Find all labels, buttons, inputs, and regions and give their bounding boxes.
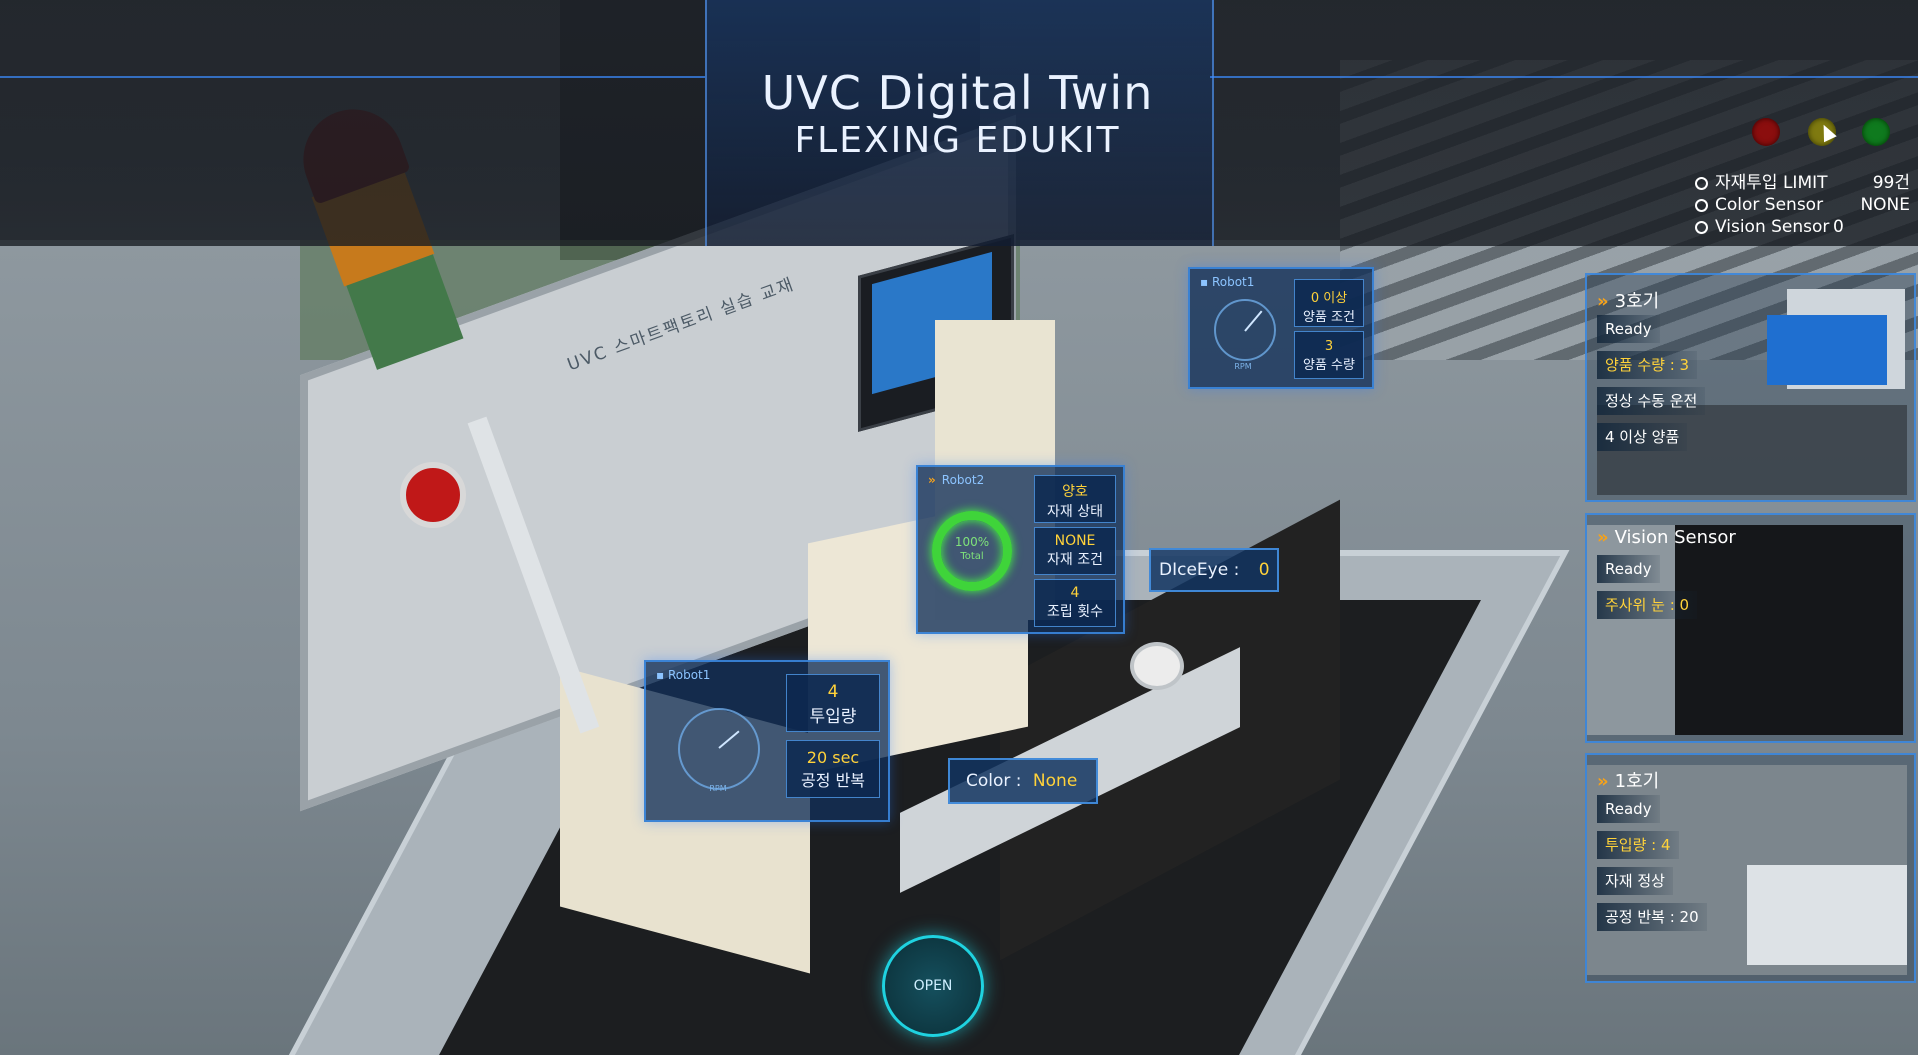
card-unit1[interactable]: » 1호기 Ready 투입량 : 4 자재 정상 공정 반복 : 20 bbox=[1585, 753, 1916, 983]
dice-object bbox=[1130, 642, 1184, 690]
color-value: None bbox=[1032, 771, 1078, 791]
process-repeat-box: 20 sec 공정 반복 bbox=[786, 740, 880, 798]
dice-eye-value: 0 bbox=[1258, 560, 1270, 580]
material-status-box: 양호 자재 상태 bbox=[1034, 475, 1116, 523]
box-label: 투입량 bbox=[809, 707, 857, 727]
good-condition-box: 0 이상 양품 조건 bbox=[1294, 279, 1364, 327]
chevron-icon: » bbox=[1597, 771, 1609, 792]
card-title-text: 3호기 bbox=[1614, 291, 1660, 312]
limit-row-vision-sensor[interactable]: Vision Sensor 0 bbox=[1695, 216, 1910, 238]
limit-label: Color Sensor bbox=[1715, 195, 1824, 215]
limit-label: Vision Sensor bbox=[1715, 217, 1830, 237]
open-button[interactable]: OPEN bbox=[882, 935, 984, 1037]
radio-circle-icon[interactable] bbox=[1695, 221, 1708, 234]
hud-robot-name: Robot1 bbox=[667, 668, 711, 682]
limit-label: 자재투입 LIMIT bbox=[1715, 173, 1828, 193]
unit3-screen-thumbnail bbox=[1767, 315, 1887, 385]
hud-robot-name: Robot1 bbox=[1211, 275, 1255, 289]
card-row: 공정 반복 : 20 bbox=[1597, 903, 1707, 931]
box-value: 0 이상 bbox=[1310, 291, 1348, 306]
unit1-rail-thumbnail bbox=[1747, 865, 1907, 965]
hud-title: ▪ Robot1 bbox=[1200, 275, 1255, 289]
radio-circle-icon[interactable] bbox=[1695, 199, 1708, 212]
box-label: 자재 상태 bbox=[1047, 504, 1103, 520]
emergency-stop-button bbox=[400, 462, 466, 528]
limit-row-color-sensor[interactable]: Color Sensor NONE bbox=[1695, 194, 1910, 216]
hud-title: » Robot2 bbox=[928, 473, 984, 487]
box-value: 3 bbox=[1324, 339, 1334, 354]
input-amount-box: 4 투입량 bbox=[786, 674, 880, 732]
card-vision-sensor[interactable]: » Vision Sensor Ready 주사위 눈 : 0 bbox=[1585, 513, 1916, 743]
card-title: » Vision Sensor bbox=[1597, 527, 1736, 548]
card-title: » 3호기 bbox=[1597, 287, 1659, 313]
page-title: UVC Digital Twin bbox=[761, 66, 1154, 120]
card-row: 자재 정상 bbox=[1597, 867, 1673, 895]
card-title: » 1호기 bbox=[1597, 767, 1659, 793]
header-accent-line-left bbox=[0, 76, 705, 78]
box-value: NONE bbox=[1054, 533, 1096, 549]
dice-eye-tag: DIceEye : 0 bbox=[1149, 548, 1279, 592]
robot2-hud[interactable]: » Robot2 100% Total 양호 자재 상태 NONE 자재 조건 4… bbox=[916, 465, 1125, 634]
limit-value: 0 bbox=[1833, 217, 1844, 237]
limit-status-list: 자재투입 LIMIT 99건 Color Sensor NONE Vision … bbox=[1695, 172, 1910, 238]
vision-thumbnail bbox=[1675, 525, 1903, 735]
status-lamp-green[interactable] bbox=[1862, 118, 1890, 146]
card-row: Ready bbox=[1597, 555, 1660, 583]
card-row: Ready bbox=[1597, 795, 1660, 823]
card-unit3[interactable]: » 3호기 Ready 양품 수량 : 3 정상 수동 운전 4 이상 양품 bbox=[1585, 273, 1916, 502]
box-label: 조립 횟수 bbox=[1047, 604, 1103, 620]
hud-title: ▪ Robot1 bbox=[656, 668, 711, 682]
box-value: 4 bbox=[1070, 585, 1080, 601]
chevron-icon: » bbox=[1597, 527, 1609, 548]
ring-percent: 100% bbox=[954, 535, 990, 549]
box-value: 4 bbox=[827, 682, 839, 702]
card-row: 정상 수동 운전 bbox=[1597, 387, 1706, 415]
box-value: 양호 bbox=[1062, 484, 1088, 500]
card-row: 주사위 눈 : 0 bbox=[1597, 591, 1698, 619]
color-label: Color : bbox=[966, 771, 1022, 791]
dice-eye-label: DIceEye : bbox=[1159, 560, 1240, 580]
rpm-gauge-icon bbox=[678, 708, 760, 790]
robot1-bottom-hud[interactable]: ▪ Robot1 RPM 4 투입량 20 sec 공정 반복 bbox=[644, 660, 890, 822]
color-sensor-tag: Color : None bbox=[948, 758, 1098, 804]
page-subtitle: FLEXING EDUKIT bbox=[794, 120, 1121, 161]
box-label: 자재 조건 bbox=[1047, 552, 1103, 568]
good-count-box: 3 양품 수량 bbox=[1294, 331, 1364, 379]
gauge-needle bbox=[718, 730, 740, 749]
card-row: 투입량 : 4 bbox=[1597, 831, 1679, 859]
gauge-unit: RPM bbox=[1234, 362, 1252, 371]
box-label: 공정 반복 bbox=[801, 771, 865, 790]
radio-circle-icon[interactable] bbox=[1695, 177, 1708, 190]
box-value: 20 sec bbox=[806, 748, 860, 767]
box-label: 양품 조건 bbox=[1303, 310, 1355, 325]
assembly-count-box: 4 조립 횟수 bbox=[1034, 579, 1116, 627]
rpm-gauge-icon bbox=[1214, 299, 1276, 361]
card-title-text: 1호기 bbox=[1614, 771, 1660, 792]
chevron-icon: » bbox=[1597, 291, 1609, 312]
limit-row-material[interactable]: 자재투입 LIMIT 99건 bbox=[1695, 172, 1910, 194]
gauge-needle bbox=[1244, 310, 1263, 332]
header-accent-line-right bbox=[1210, 76, 1918, 78]
gauge-unit: RPM bbox=[709, 784, 727, 793]
box-label: 양품 수량 bbox=[1303, 358, 1355, 373]
status-lamp-red[interactable] bbox=[1752, 118, 1780, 146]
card-row: 양품 수량 : 3 bbox=[1597, 351, 1698, 379]
card-title-text: Vision Sensor bbox=[1614, 527, 1736, 548]
hud-robot-name: Robot2 bbox=[941, 473, 985, 487]
limit-value: NONE bbox=[1860, 195, 1910, 215]
material-condition-box: NONE 자재 조건 bbox=[1034, 527, 1116, 575]
card-row: 4 이상 양품 bbox=[1597, 423, 1688, 451]
robot1-top-hud[interactable]: ▪ Robot1 RPM 0 이상 양품 조건 3 양품 수량 bbox=[1188, 267, 1374, 389]
card-row: Ready bbox=[1597, 315, 1660, 343]
chevron-icon: » bbox=[928, 473, 936, 487]
limit-value: 99건 bbox=[1872, 173, 1910, 193]
ring-label: Total bbox=[960, 551, 984, 562]
